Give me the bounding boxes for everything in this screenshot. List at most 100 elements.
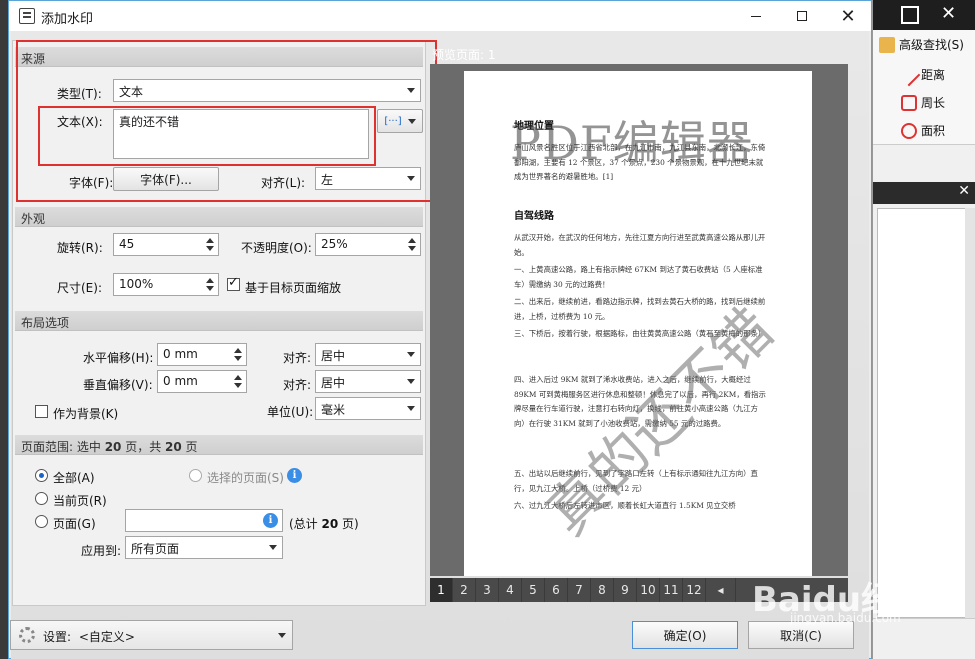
spin-down-icon[interactable] xyxy=(234,383,242,388)
page-tab[interactable]: 1 xyxy=(430,578,453,602)
align-label: 对齐(L): xyxy=(261,176,306,190)
maximize-icon[interactable] xyxy=(901,6,919,24)
page-tab[interactable]: 7 xyxy=(568,578,591,602)
pages-total-prefix: (总计 xyxy=(289,517,322,531)
settings-panel: 来源 类型(T): 文本 文本(X): 真的还不错 [···] 字体(F): 字… xyxy=(12,40,426,606)
advanced-find-button[interactable]: 高级查找(S) xyxy=(879,36,964,53)
perimeter-tool-button[interactable]: 周长 xyxy=(901,94,945,111)
spin-down-icon[interactable] xyxy=(408,246,416,251)
page-tab[interactable]: 11 xyxy=(660,578,683,602)
pages-radio[interactable] xyxy=(35,515,48,528)
chevron-down-icon xyxy=(278,633,286,638)
h-align-select[interactable]: 居中 xyxy=(315,343,421,366)
unit-value: 毫米 xyxy=(321,403,346,417)
opacity-spinner[interactable]: 25% xyxy=(315,233,421,256)
perimeter-label: 周长 xyxy=(921,96,946,110)
spin-up-icon[interactable] xyxy=(206,278,214,283)
all-pages-radio[interactable] xyxy=(35,469,48,482)
size-spinner[interactable]: 100% xyxy=(113,273,219,296)
v-align-select[interactable]: 居中 xyxy=(315,370,421,393)
page-tab[interactable]: 4 xyxy=(499,578,522,602)
apply-to-value: 所有页面 xyxy=(131,542,180,556)
h-align-label: 对齐: xyxy=(283,351,312,365)
type-select[interactable]: 文本 xyxy=(113,79,421,102)
advanced-find-label: 高级查找(S) xyxy=(899,38,964,52)
pages-total-suffix: 页) xyxy=(338,517,359,531)
perimeter-icon xyxy=(901,94,917,111)
align-select[interactable]: 左 xyxy=(315,167,421,190)
spin-up-icon[interactable] xyxy=(206,238,214,243)
scale-checkbox[interactable] xyxy=(227,275,240,291)
apply-to-label: 应用到: xyxy=(81,544,122,558)
size-label: 尺寸(E): xyxy=(57,281,102,295)
rotation-spinner[interactable]: 45 xyxy=(113,233,219,256)
minimize-button[interactable] xyxy=(733,1,779,31)
ok-button[interactable]: 确定(O) xyxy=(632,621,738,649)
apply-to-select[interactable]: 所有页面 xyxy=(125,536,283,559)
cancel-button[interactable]: 取消(C) xyxy=(748,621,854,649)
settings-preset-select[interactable]: 设置: <自定义> xyxy=(10,620,293,650)
pages-label: 页面(G) xyxy=(53,517,96,531)
all-pages-label: 全部(A) xyxy=(53,471,95,485)
background-titlebar: ✕ xyxy=(873,0,975,30)
scroll-left-icon[interactable]: ◂ xyxy=(706,578,736,602)
chevron-down-icon xyxy=(269,545,277,550)
spin-down-icon[interactable] xyxy=(206,286,214,291)
page-tab[interactable]: 5 xyxy=(522,578,545,602)
rotation-label: 旋转(R): xyxy=(57,241,103,255)
align-value: 左 xyxy=(321,173,334,187)
spin-up-icon[interactable] xyxy=(234,375,242,380)
pages-total-text: (总计 20 页) xyxy=(289,515,359,532)
chevron-down-icon xyxy=(407,88,415,93)
close-icon: ✕ xyxy=(840,5,856,27)
info-icon: i xyxy=(287,468,302,483)
chevron-down-icon xyxy=(407,379,415,384)
v-offset-value: 0 mm xyxy=(163,374,198,388)
watermark-text-input[interactable]: 真的还不错 xyxy=(113,109,369,159)
opacity-label: 不透明度(O): xyxy=(241,241,312,255)
area-icon xyxy=(901,122,917,139)
background-window-edge xyxy=(0,0,8,659)
close-button[interactable]: ✕ xyxy=(825,1,871,31)
background-checkbox[interactable] xyxy=(35,405,48,418)
close-icon[interactable]: ✕ xyxy=(958,183,970,199)
background-app: ✕ 高级查找(S) 距离 周长 面积 ✕ xyxy=(872,0,975,659)
distance-tool-button[interactable]: 距离 xyxy=(897,63,945,86)
spin-down-icon[interactable] xyxy=(206,246,214,251)
scrollbar[interactable] xyxy=(965,208,975,618)
spin-down-icon[interactable] xyxy=(234,356,242,361)
insert-field-button[interactable]: [···] xyxy=(377,109,423,133)
insert-field-icon: [···] xyxy=(384,115,402,127)
page-tab[interactable]: 3 xyxy=(476,578,499,602)
spin-up-icon[interactable] xyxy=(408,238,416,243)
text-label: 文本(X): xyxy=(57,115,103,129)
current-page-radio[interactable] xyxy=(35,492,48,505)
close-icon[interactable]: ✕ xyxy=(941,4,956,24)
page-range-prefix: 页面范围: 选中 xyxy=(21,440,105,454)
page-tab[interactable]: 12 xyxy=(683,578,706,602)
gear-icon xyxy=(19,627,35,643)
minimize-icon xyxy=(751,15,761,17)
v-offset-spinner[interactable]: 0 mm xyxy=(157,370,247,393)
preview-page: 地理位置 庐山风景名胜区位于江西省北部，在九江市南，九江县东南，北濒长江，东倚鄱… xyxy=(464,71,812,576)
appearance-header: 外观 xyxy=(15,207,423,227)
page-tab[interactable]: 10 xyxy=(637,578,660,602)
v-align-label: 对齐: xyxy=(283,378,312,392)
page-tab[interactable]: 9 xyxy=(614,578,637,602)
watermark-top-text: PDF编辑器 xyxy=(510,116,754,170)
page-tab[interactable]: 2 xyxy=(453,578,476,602)
page-tab[interactable]: 6 xyxy=(545,578,568,602)
spin-up-icon[interactable] xyxy=(234,348,242,353)
v-offset-label: 垂直偏移(V): xyxy=(83,378,153,392)
page-tab[interactable]: 8 xyxy=(591,578,614,602)
selected-pages-label: 选择的页面(S) xyxy=(207,471,284,485)
rotation-value: 45 xyxy=(119,237,135,251)
pages-input[interactable] xyxy=(125,509,283,532)
area-tool-button[interactable]: 面积 xyxy=(901,122,945,139)
h-offset-spinner[interactable]: 0 mm xyxy=(157,343,247,366)
unit-select[interactable]: 毫米 xyxy=(315,397,421,420)
font-button[interactable]: 字体(F)... xyxy=(113,167,219,191)
size-value: 100% xyxy=(119,277,154,291)
chevron-down-icon xyxy=(407,352,415,357)
maximize-button[interactable] xyxy=(779,1,825,31)
